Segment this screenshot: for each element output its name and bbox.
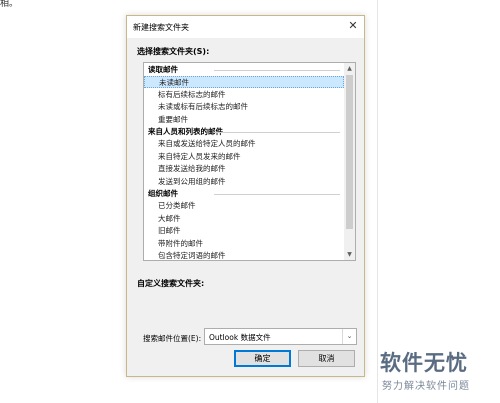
- list-item[interactable]: 旧邮件: [144, 225, 344, 237]
- watermark-slogan: 努力解决软件问题: [382, 381, 470, 392]
- list-item[interactable]: 发送到公用组的邮件: [144, 176, 344, 188]
- dialog-titlebar: 新建搜索文件夹 ✕: [127, 16, 364, 38]
- list-item[interactable]: 直接发送给我的邮件: [144, 163, 344, 175]
- select-folder-label: 选择搜索文件夹(S):: [137, 47, 210, 56]
- scroll-up-icon[interactable]: ▲: [344, 63, 355, 74]
- vertical-scrollbar[interactable]: ▲ ▼: [344, 63, 355, 260]
- dialog-title: 新建搜索文件夹: [133, 23, 189, 32]
- list-item[interactable]: 未读邮件: [144, 76, 344, 89]
- ok-button[interactable]: 确定: [234, 350, 291, 367]
- list-item[interactable]: 标有后续标志的邮件: [144, 89, 344, 101]
- list-item[interactable]: 包含特定词语的邮件: [144, 250, 344, 260]
- search-location-select[interactable]: Outlook 数据文件 ⌄: [204, 328, 357, 345]
- search-location-label: 搜索邮件位置(E):: [143, 334, 202, 343]
- watermark-logo-text: 软件无忧: [380, 351, 468, 375]
- new-search-folder-dialog: 新建搜索文件夹 ✕ 选择搜索文件夹(S): 读取邮件 未读邮件 标有后续标志的邮件未…: [126, 15, 365, 377]
- list-item[interactable]: 重要邮件: [144, 114, 344, 126]
- list-item[interactable]: 已分类邮件: [144, 200, 344, 212]
- list-group-header: 读取邮件: [144, 64, 344, 76]
- page-divider: [377, 0, 378, 403]
- close-icon[interactable]: ✕: [346, 19, 360, 33]
- cancel-button[interactable]: 取消: [298, 350, 355, 367]
- list-item[interactable]: 带附件的邮件: [144, 238, 344, 250]
- scroll-down-icon[interactable]: ▼: [344, 249, 355, 260]
- custom-search-folder-label: 自定义搜索文件夹:: [137, 279, 205, 288]
- chevron-down-icon[interactable]: ⌄: [342, 329, 356, 344]
- list-item[interactable]: 大邮件: [144, 213, 344, 225]
- search-folder-list: 读取邮件 未读邮件 标有后续标志的邮件 未读或标有后续标志的邮件 重要邮件 来自人员和列表…: [144, 63, 344, 260]
- list-item[interactable]: 来自或发送给特定人员的邮件: [144, 138, 344, 150]
- search-folder-listbox[interactable]: 读取邮件 未读邮件 标有后续标志的邮件 未读或标有后续标志的邮件 重要邮件 来自人员和列表…: [143, 62, 356, 261]
- list-group-header: 组织邮件: [144, 188, 344, 200]
- background-text: 相。: [0, 0, 19, 9]
- list-item[interactable]: 来自特定人员发来的邮件: [144, 151, 344, 163]
- scrollbar-thumb[interactable]: [346, 75, 353, 229]
- list-group-header: 来自人员和列表的邮件: [144, 126, 344, 138]
- search-location-value: Outlook 数据文件: [209, 333, 271, 342]
- list-item[interactable]: 未读或标有后续标志的邮件: [144, 101, 344, 113]
